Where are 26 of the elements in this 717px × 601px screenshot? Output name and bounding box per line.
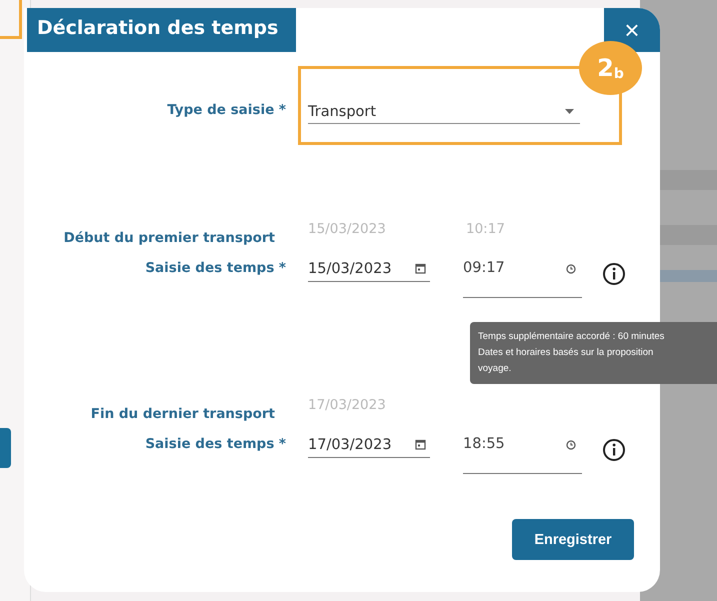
time-field[interactable]: 18:55: [463, 432, 582, 474]
dialog-title: Déclaration des temps: [27, 8, 296, 52]
caret-icon: [565, 109, 574, 114]
info-icon[interactable]: [602, 438, 626, 462]
field-label: Fin du dernier transport: [90, 406, 275, 422]
time-text: 10:17: [466, 221, 505, 237]
field-label: Saisie des temps *: [144, 436, 286, 452]
date-field[interactable]: 17/03/2023: [308, 432, 430, 458]
clock-icon: [566, 264, 576, 274]
clock-icon: [566, 440, 576, 450]
calendar-icon: [415, 263, 426, 274]
info-icon[interactable]: [602, 262, 626, 286]
type-select[interactable]: Transport: [308, 100, 580, 124]
tooltip-text: Temps supplémentaire accordé : 60 minutes: [478, 330, 666, 344]
field-label: Type de saisie *: [166, 102, 286, 118]
calendar-icon: [415, 439, 426, 450]
save-button[interactable]: Enregistrer: [512, 519, 634, 560]
step-badge: 2$_{b}$: [579, 41, 642, 95]
tooltip-text: voyage.: [478, 362, 512, 376]
date-text: 15/03/2023: [308, 221, 387, 237]
date-field[interactable]: 15/03/2023: [308, 256, 430, 282]
field-label: Saisie des temps *: [144, 260, 286, 276]
date-text: 17/03/2023: [308, 397, 387, 413]
tooltip-text: Dates et horaires basés sur la proposition: [478, 346, 654, 360]
time-field[interactable]: 09:17: [463, 256, 582, 298]
field-label: Début du premier transport: [62, 230, 275, 246]
